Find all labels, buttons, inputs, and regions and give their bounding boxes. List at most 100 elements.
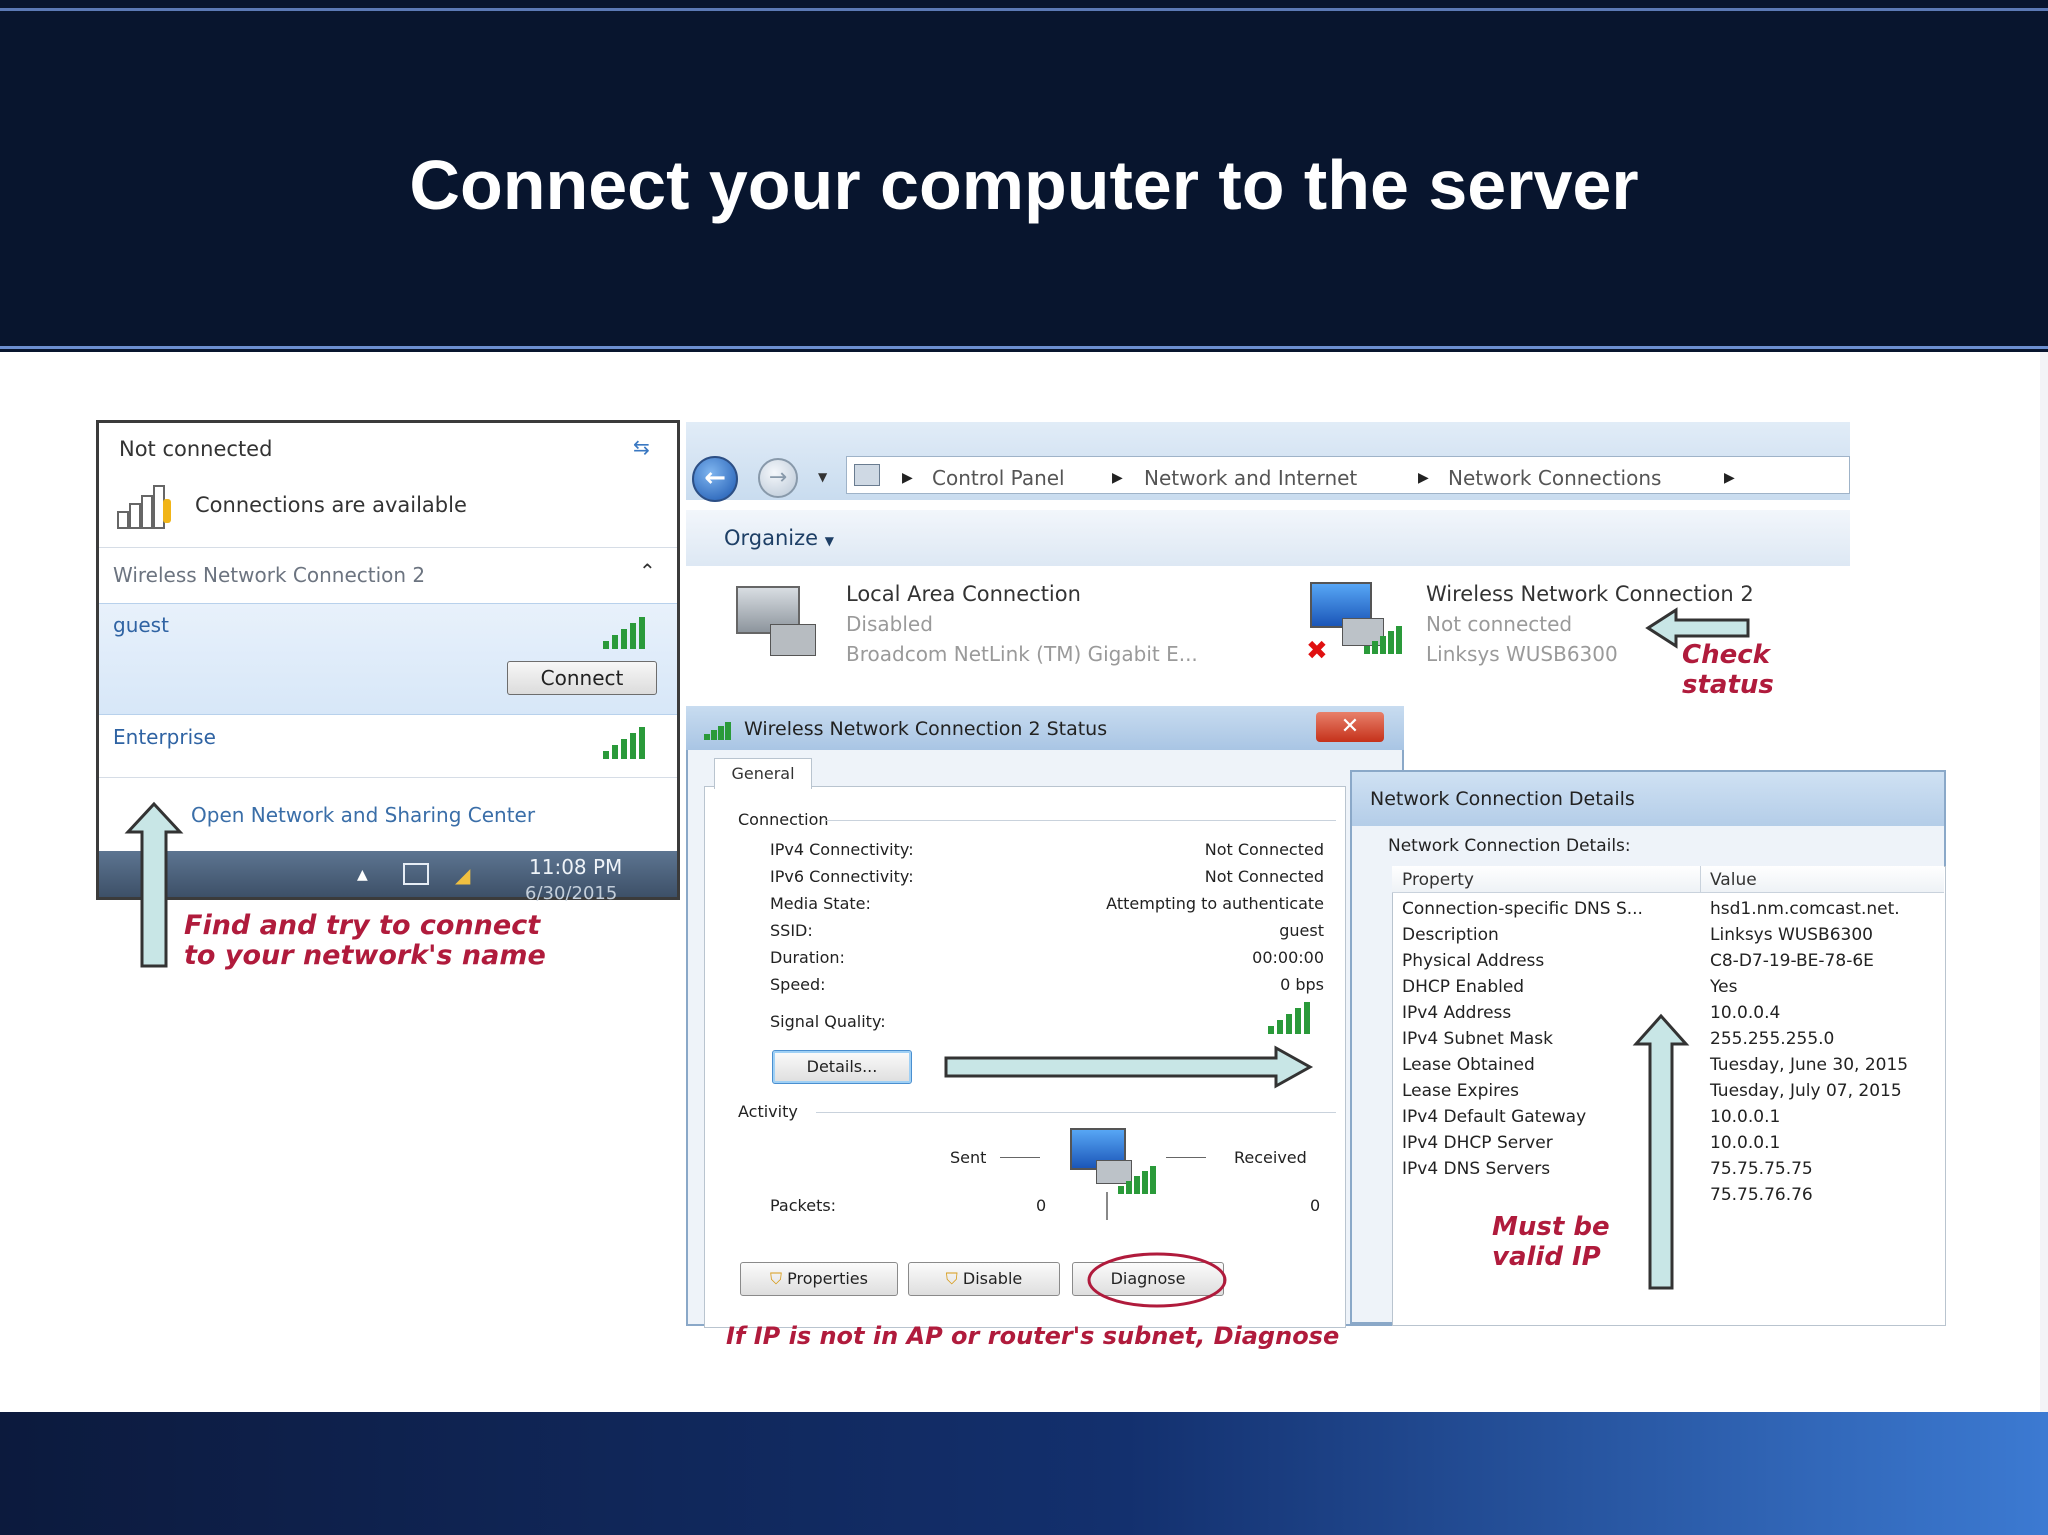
column-header-value[interactable]: Value — [1710, 870, 1757, 890]
lan-computer-icon — [730, 586, 820, 658]
connect-button[interactable]: Connect — [507, 661, 657, 695]
detail-property: IPv4 Default Gateway — [1402, 1107, 1587, 1127]
detail-value: 75.75.76.76 — [1710, 1185, 1813, 1205]
lan-connection-name[interactable]: Local Area Connection — [846, 582, 1081, 606]
packets-received-value: 0 — [1310, 1196, 1321, 1215]
signal-quality-icon — [1268, 1000, 1322, 1034]
breadcrumb-arrow-icon: ▶ — [1112, 470, 1123, 486]
network-name[interactable]: Enterprise — [113, 725, 216, 749]
status-value: guest — [1279, 921, 1324, 940]
details-arrow-icon — [944, 1045, 1314, 1089]
close-button[interactable]: ✕ — [1316, 712, 1384, 742]
lan-connection-status: Disabled — [846, 612, 933, 636]
command-bar — [686, 510, 1850, 566]
chevron-up-icon[interactable]: ⌃ — [639, 559, 656, 583]
flyout-divider — [99, 547, 677, 548]
status-value: Not Connected — [1204, 840, 1324, 859]
sent-label: Sent — [950, 1148, 987, 1167]
section-rule — [816, 1112, 1336, 1113]
refresh-icon[interactable]: ⇆ — [633, 435, 650, 459]
details-button[interactable]: Details... — [772, 1050, 912, 1084]
history-dropdown-icon[interactable]: ▼ — [818, 470, 827, 484]
received-label: Received — [1234, 1148, 1307, 1167]
breadcrumb-control-panel[interactable]: Control Panel — [932, 466, 1065, 490]
detail-value: 75.75.75.75 — [1710, 1159, 1813, 1179]
packets-divider — [1106, 1192, 1108, 1220]
detail-value: Tuesday, July 07, 2015 — [1710, 1081, 1902, 1101]
detail-property: Connection-specific DNS S... — [1402, 899, 1643, 919]
header-bottom-rule — [0, 346, 2048, 349]
shield-icon: ⛉ — [945, 1269, 958, 1288]
status-label: IPv4 Connectivity: — [770, 840, 914, 859]
details-header-row — [1392, 866, 1944, 893]
control-panel-icon — [854, 464, 880, 486]
slide-footer — [0, 1412, 2048, 1535]
valid-ip-arrow-icon — [1632, 1013, 1690, 1290]
breadcrumb-arrow-icon: ▶ — [1418, 470, 1429, 486]
tab-general[interactable]: General — [714, 758, 812, 789]
properties-button[interactable]: ⛉ Properties — [740, 1262, 898, 1296]
sent-line — [1000, 1157, 1040, 1158]
wireless-connection-device: Linksys WUSB6300 — [1426, 642, 1618, 666]
detail-value: C8-D7-19-BE-78-6E — [1710, 951, 1874, 971]
valid-annotation-line1: Must be — [1492, 1212, 1610, 1242]
forward-icon[interactable]: → — [758, 458, 798, 498]
find-arrow-icon — [124, 801, 184, 968]
disable-button[interactable]: ⛉ Disable — [908, 1262, 1060, 1296]
detail-value: 10.0.0.1 — [1710, 1107, 1781, 1127]
find-annotation-line2: to your network's name — [184, 940, 546, 971]
disable-label: Disable — [962, 1269, 1023, 1288]
slide-edge — [2040, 352, 2048, 1412]
network-bars-icon — [117, 485, 173, 529]
breadcrumb-network-internet[interactable]: Network and Internet — [1144, 466, 1357, 490]
signal-quality-label: Signal Quality: — [770, 1012, 886, 1031]
status-value: 00:00:00 — [1252, 948, 1324, 967]
packets-label: Packets: — [770, 1196, 837, 1215]
status-label: IPv6 Connectivity: — [770, 867, 914, 886]
column-divider — [1700, 866, 1701, 892]
open-network-center-link[interactable]: Open Network and Sharing Center — [191, 803, 535, 827]
detail-value: 10.0.0.1 — [1710, 1133, 1781, 1153]
column-header-property[interactable]: Property — [1402, 870, 1474, 890]
signal-strength-icon — [1364, 624, 1404, 654]
breadcrumb-network-connections[interactable]: Network Connections — [1448, 466, 1661, 490]
check-annotation-line2: status — [1682, 670, 1774, 700]
wireless-connection-name[interactable]: Wireless Network Connection 2 — [1426, 582, 1754, 606]
signal-strength-icon — [1118, 1164, 1158, 1194]
detail-property: Lease Expires — [1402, 1081, 1520, 1101]
detail-value: hsd1.nm.comcast.net. — [1710, 899, 1900, 919]
clock-date: 6/30/2015 — [525, 883, 618, 904]
find-annotation-line1: Find and try to connect — [184, 910, 541, 941]
signal-strength-icon — [603, 725, 657, 759]
flyout-status: Not connected — [119, 437, 273, 461]
tray-expand-icon[interactable]: ▲ — [357, 867, 368, 883]
status-label: Duration: — [770, 948, 845, 967]
connection-heading: Connection — [738, 810, 829, 829]
organize-button[interactable]: Organize ▼ — [724, 526, 834, 550]
diagnose-highlight-ring — [1087, 1252, 1227, 1308]
detail-value: Yes — [1710, 977, 1738, 997]
detail-value: 10.0.0.4 — [1710, 1003, 1781, 1023]
status-label: Media State: — [770, 894, 871, 913]
flyout-divider — [99, 777, 677, 778]
status-dialog-title: Wireless Network Connection 2 Status — [744, 718, 1108, 740]
detail-value: Tuesday, June 30, 2015 — [1710, 1055, 1909, 1075]
detail-property: Physical Address — [1402, 951, 1545, 971]
network-tray-icon[interactable] — [403, 863, 429, 885]
lan-connection-device: Broadcom NetLink (TM) Gigabit E... — [846, 642, 1198, 666]
flyout-section-label: Wireless Network Connection 2 — [113, 563, 426, 587]
organize-label: Organize — [724, 526, 819, 550]
detail-value: 255.255.255.0 — [1710, 1029, 1835, 1049]
shield-icon: ⛉ — [770, 1269, 783, 1288]
network-item-guest[interactable] — [99, 603, 677, 715]
detail-property: IPv4 Address — [1402, 1003, 1512, 1023]
detail-property: Lease Obtained — [1402, 1055, 1535, 1075]
dropdown-icon: ▼ — [824, 534, 835, 548]
breadcrumb-arrow-icon: ▶ — [902, 470, 913, 486]
slide-title: Connect your computer to the server — [409, 146, 1639, 224]
detail-property: DHCP Enabled — [1402, 977, 1525, 997]
wireless-connection-status: Not connected — [1426, 612, 1573, 636]
back-icon[interactable]: ← — [692, 456, 738, 502]
packets-sent-value: 0 — [1036, 1196, 1047, 1215]
volume-icon[interactable]: ◢ — [455, 863, 470, 887]
